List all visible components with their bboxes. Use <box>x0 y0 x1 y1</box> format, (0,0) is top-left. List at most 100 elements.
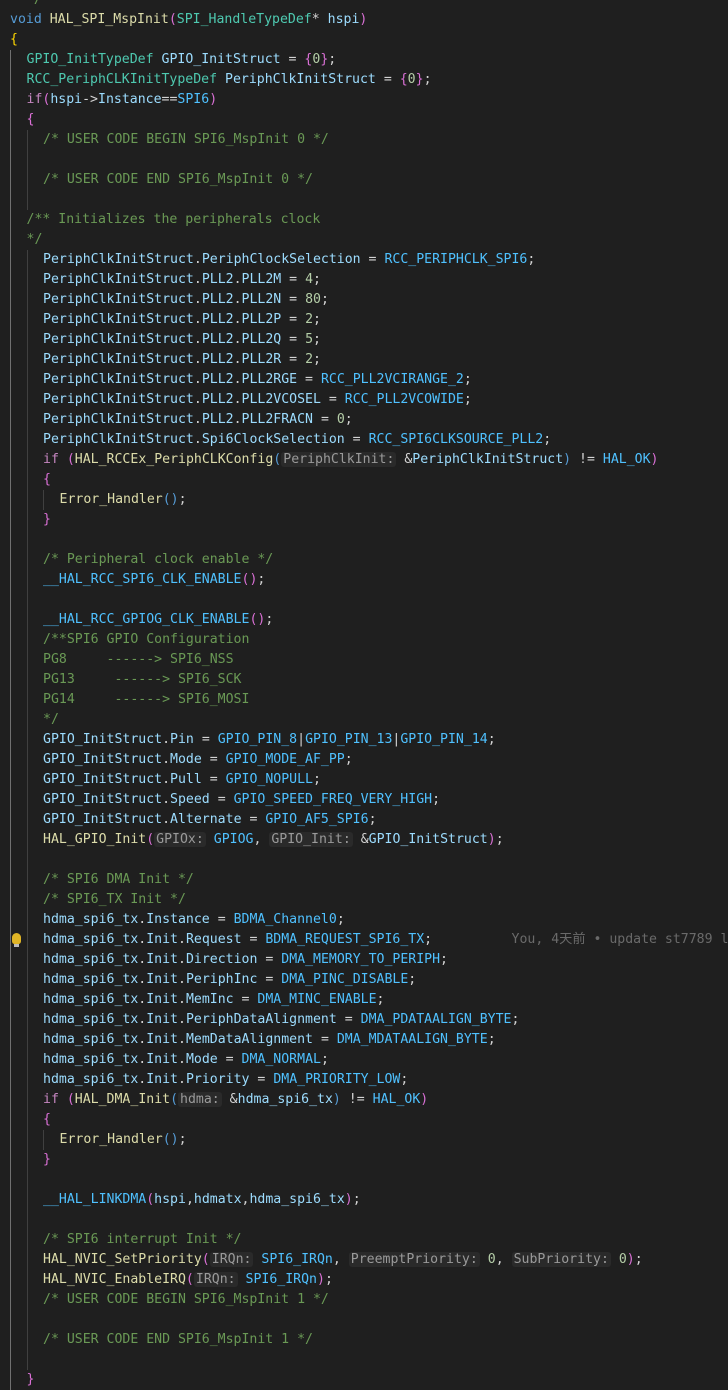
code-token: PG8 ------> SPI6_NSS <box>43 652 234 667</box>
code-token: = <box>313 1032 337 1047</box>
code-line[interactable]: /* USER CODE BEGIN SPI6_MspInit 1 */ <box>0 1290 728 1310</box>
code-token: ; <box>423 72 432 87</box>
code-line[interactable] <box>0 590 728 610</box>
indent-guide <box>10 530 11 550</box>
code-token: . <box>193 312 202 327</box>
code-line[interactable]: } <box>0 510 728 530</box>
code-token: . <box>233 312 242 327</box>
code-line[interactable]: { <box>0 470 728 490</box>
code-line[interactable]: __HAL_LINKDMA(hspi,hdmatx,hdma_spi6_tx); <box>0 1190 728 1210</box>
indent-guide <box>10 930 11 950</box>
code-token: 80 <box>305 292 321 307</box>
code-line[interactable]: PeriphClkInitStruct.PLL2.PLL2Q = 5; <box>0 330 728 350</box>
code-line[interactable]: /* SPI6_TX Init */ <box>0 890 728 910</box>
code-token: . <box>233 272 242 287</box>
code-token: ; <box>352 1192 361 1207</box>
code-token: PeriphClkInitStruct <box>43 432 194 447</box>
code-line[interactable]: PG13 ------> SPI6_SCK <box>0 670 728 690</box>
indent-guide <box>43 1130 44 1150</box>
code-line[interactable]: hdma_spi6_tx.Init.PeriphDataAlignment = … <box>0 1010 728 1030</box>
indent-guide <box>26 590 28 610</box>
code-line[interactable]: Error_Handler(); <box>0 1130 728 1150</box>
code-line[interactable]: hdma_spi6_tx.Init.Priority = DMA_PRIORIT… <box>0 1070 728 1090</box>
code-line[interactable]: PG8 ------> SPI6_NSS <box>0 650 728 670</box>
code-line[interactable]: /* USER CODE END SPI6_MspInit 0 */ <box>0 170 728 190</box>
code-line[interactable]: /* SPI6 DMA Init */ <box>0 870 728 890</box>
code-line[interactable]: PG14 ------> SPI6_MOSI <box>0 690 728 710</box>
code-line[interactable]: HAL_GPIO_Init(GPIOx: GPIOG, GPIO_Init: &… <box>0 830 728 850</box>
code-line[interactable]: } <box>0 1150 728 1170</box>
code-line[interactable]: PeriphClkInitStruct.PLL2.PLL2P = 2; <box>0 310 728 330</box>
code-line[interactable]: Error_Handler(); <box>0 490 728 510</box>
code-line[interactable]: { <box>0 30 728 50</box>
code-token: = <box>281 292 306 307</box>
code-line[interactable] <box>0 1170 728 1190</box>
indent-guide <box>10 70 11 90</box>
code-line[interactable]: hdma_spi6_tx.Init.MemInc = DMA_MINC_ENAB… <box>0 990 728 1010</box>
code-line[interactable] <box>0 850 728 870</box>
code-line[interactable] <box>0 1210 728 1230</box>
code-line[interactable] <box>0 190 728 210</box>
code-line[interactable]: __HAL_RCC_SPI6_CLK_ENABLE(); <box>0 570 728 590</box>
code-line[interactable]: /**SPI6 GPIO Configuration <box>0 630 728 650</box>
code-line[interactable]: /* USER CODE BEGIN SPI6_MspInit 0 */ <box>0 130 728 150</box>
code-line[interactable]: { <box>0 110 728 130</box>
code-line[interactable]: PeriphClkInitStruct.PeriphClockSelection… <box>0 250 728 270</box>
code-line[interactable]: */ <box>0 230 728 250</box>
indent-guide <box>26 550 28 570</box>
code-token: HAL_OK <box>372 1092 421 1107</box>
code-line[interactable] <box>0 1350 728 1370</box>
code-token: hdma_spi6_tx <box>43 1032 139 1047</box>
code-line[interactable]: hdma_spi6_tx.Init.Mode = DMA_NORMAL; <box>0 1050 728 1070</box>
code-line[interactable]: HAL_NVIC_SetPriority(IRQn: SPI6_IRQn, Pr… <box>0 1250 728 1270</box>
code-line[interactable]: hdma_spi6_tx.Init.Request = BDMA_REQUEST… <box>0 930 728 950</box>
code-token: . <box>162 772 171 787</box>
code-line[interactable] <box>0 150 728 170</box>
code-line[interactable]: GPIO_InitTypeDef GPIO_InitStruct = {0}; <box>0 50 728 70</box>
indent-guide <box>10 550 11 570</box>
code-line[interactable]: if(hspi->Instance==SPI6) <box>0 90 728 110</box>
code-line[interactable]: if (HAL_DMA_Init(hdma: &hdma_spi6_tx) !=… <box>0 1090 728 1110</box>
code-line[interactable] <box>0 1310 728 1330</box>
code-line[interactable]: __HAL_RCC_GPIOG_CLK_ENABLE(); <box>0 610 728 630</box>
code-line[interactable]: /* USER CODE END SPI6_MspInit 1 */ <box>0 1330 728 1350</box>
code-line[interactable]: GPIO_InitStruct.Pin = GPIO_PIN_8|GPIO_PI… <box>0 730 728 750</box>
code-line[interactable]: /** Initializes the peripherals clock <box>0 210 728 230</box>
code-line[interactable]: PeriphClkInitStruct.PLL2.PLL2RGE = RCC_P… <box>0 370 728 390</box>
code-line[interactable]: */ <box>0 710 728 730</box>
code-token: 4 <box>305 272 314 287</box>
code-line[interactable]: hdma_spi6_tx.Init.MemDataAlignment = DMA… <box>0 1030 728 1050</box>
code-line[interactable]: */ <box>0 0 728 10</box>
code-line[interactable]: RCC_PeriphCLKInitTypeDef PeriphClkInitSt… <box>0 70 728 90</box>
code-editor[interactable]: */void HAL_SPI_MspInit(SPI_HandleTypeDef… <box>0 0 728 1390</box>
code-token: GPIO_InitStruct <box>43 752 163 767</box>
code-line[interactable]: hdma_spi6_tx.Init.PeriphInc = DMA_PINC_D… <box>0 970 728 990</box>
code-line[interactable]: /* Peripheral clock enable */ <box>0 550 728 570</box>
indent-guide <box>10 710 11 730</box>
code-line[interactable]: GPIO_InitStruct.Speed = GPIO_SPEED_FREQ_… <box>0 790 728 810</box>
code-line[interactable]: GPIO_InitStruct.Mode = GPIO_MODE_AF_PP; <box>0 750 728 770</box>
code-token: } <box>26 1372 35 1387</box>
lightbulb-icon[interactable] <box>12 933 21 947</box>
code-line[interactable]: /* SPI6 interrupt Init */ <box>0 1230 728 1250</box>
code-line[interactable]: PeriphClkInitStruct.PLL2.PLL2M = 4; <box>0 270 728 290</box>
code-line[interactable]: PeriphClkInitStruct.PLL2.PLL2R = 2; <box>0 350 728 370</box>
code-line[interactable]: GPIO_InitStruct.Alternate = GPIO_AF5_SPI… <box>0 810 728 830</box>
code-line[interactable]: if (HAL_RCCEx_PeriphCLKConfig(PeriphClkI… <box>0 450 728 470</box>
code-line[interactable] <box>0 530 728 550</box>
code-line[interactable]: } <box>0 1370 728 1390</box>
code-line[interactable]: PeriphClkInitStruct.PLL2.PLL2N = 80; <box>0 290 728 310</box>
code-line[interactable]: HAL_NVIC_EnableIRQ(IRQn: SPI6_IRQn); <box>0 1270 728 1290</box>
code-line[interactable]: PeriphClkInitStruct.PLL2.PLL2VCOSEL = RC… <box>0 390 728 410</box>
git-blame-annotation[interactable]: You, 4天前 • update st7789 l <box>432 932 728 947</box>
code-token: HAL_GPIO_Init <box>43 832 147 847</box>
code-line[interactable]: hdma_spi6_tx.Init.Direction = DMA_MEMORY… <box>0 950 728 970</box>
code-line[interactable]: void HAL_SPI_MspInit(SPI_HandleTypeDef* … <box>0 10 728 30</box>
code-line[interactable]: hdma_spi6_tx.Instance = BDMA_Channel0; <box>0 910 728 930</box>
code-line[interactable]: PeriphClkInitStruct.Spi6ClockSelection =… <box>0 430 728 450</box>
code-line[interactable]: GPIO_InitStruct.Pull = GPIO_NOPULL; <box>0 770 728 790</box>
code-token: PeriphClkInitStruct <box>43 312 194 327</box>
indent-guide <box>10 510 11 530</box>
code-line[interactable]: { <box>0 1110 728 1130</box>
code-line[interactable]: PeriphClkInitStruct.PLL2.PLL2FRACN = 0; <box>0 410 728 430</box>
